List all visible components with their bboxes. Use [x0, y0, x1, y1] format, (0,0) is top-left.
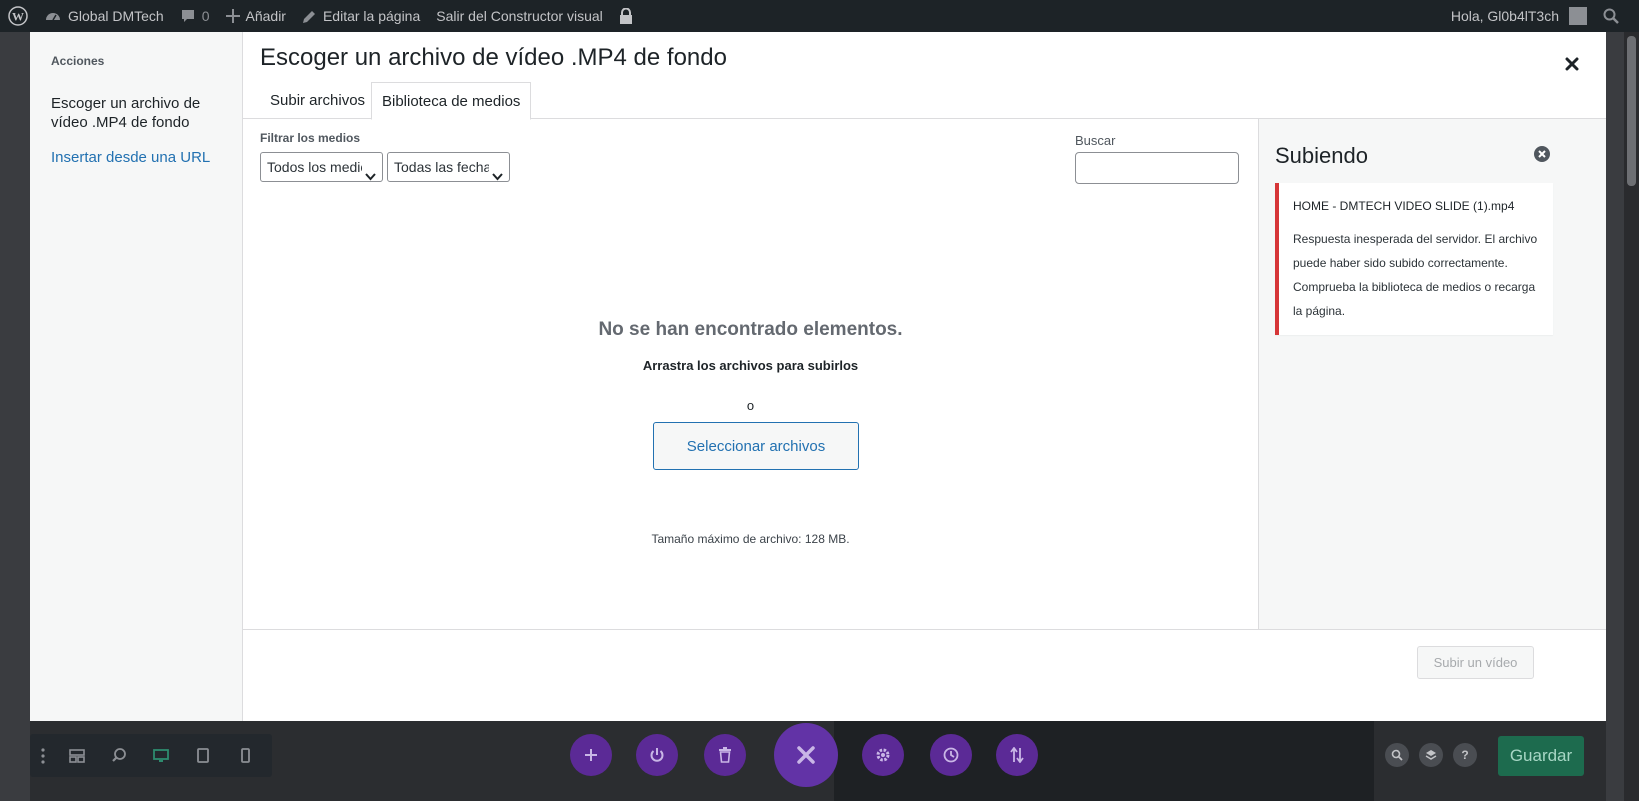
- media-type-select[interactable]: Todos los medios: [260, 152, 383, 182]
- modal-toolbar: Subir un vídeo: [243, 629, 1606, 721]
- greeting: Hola, Gl0b4lT3ch: [1450, 8, 1559, 24]
- portability-icon[interactable]: [996, 734, 1038, 776]
- max-upload-size: Tamaño máximo de archivo: 128 MB.: [651, 532, 850, 546]
- close-icon[interactable]: [1554, 46, 1590, 82]
- menu-heading: Acciones: [51, 54, 105, 68]
- filter-label: Filtrar los medios: [260, 131, 361, 145]
- page-backdrop-left: [0, 32, 30, 801]
- menu-item-choose-video[interactable]: Escoger un archivo de vídeo .MP4 de fond…: [51, 94, 231, 132]
- dismiss-errors-icon[interactable]: [1533, 145, 1551, 163]
- comments-link[interactable]: 0: [172, 0, 218, 32]
- close-builder-icon[interactable]: [774, 723, 838, 787]
- power-icon[interactable]: [636, 734, 678, 776]
- layers-icon[interactable]: [1419, 743, 1443, 767]
- error-message: Respuesta inesperada del servidor. El ar…: [1293, 232, 1538, 318]
- edit-page-label: Editar la página: [322, 8, 421, 24]
- comments-count: 0: [201, 8, 210, 24]
- save-button[interactable]: Guardar: [1498, 736, 1584, 776]
- search-label: Buscar: [1075, 133, 1116, 148]
- zoom-icon[interactable]: [98, 734, 140, 777]
- builder-bar-dark-panel: [834, 721, 1374, 801]
- menu-item-insert-url[interactable]: Insertar desde una URL: [51, 149, 210, 166]
- pencil-icon: [302, 10, 315, 23]
- drop-instructions: Arrastra los archivos para subirlos: [642, 358, 859, 373]
- upload-error-card: HOME - DMTECH VIDEO SLIDE (1).mp4 Respue…: [1275, 183, 1553, 335]
- avatar: [1569, 7, 1587, 25]
- site-name-link[interactable]: Global DMTech: [36, 0, 172, 32]
- page-scrollbar[interactable]: [1624, 32, 1639, 801]
- exit-builder-label: Salir del Constructor visual: [436, 8, 603, 24]
- tab-upload-files[interactable]: Subir archivos: [260, 82, 375, 119]
- add-icon[interactable]: [570, 734, 612, 776]
- tablet-view-icon[interactable]: [182, 734, 224, 777]
- svg-text:W: W: [12, 10, 24, 24]
- history-icon[interactable]: [930, 734, 972, 776]
- add-new-link[interactable]: Añadir: [218, 0, 294, 32]
- wireframe-icon[interactable]: [56, 734, 98, 777]
- trash-icon[interactable]: [704, 734, 746, 776]
- search-input[interactable]: [1075, 152, 1239, 184]
- dashboard-icon: [46, 13, 60, 21]
- gear-icon[interactable]: [862, 734, 904, 776]
- date-select[interactable]: Todas las fechas: [387, 152, 510, 182]
- chevron-down-icon: [489, 162, 503, 181]
- uploading-sidebar: Subiendo HOME - DMTECH VIDEO SLIDE (1).m…: [1258, 119, 1606, 629]
- search-icon[interactable]: [1385, 743, 1409, 767]
- chevron-down-icon: [362, 162, 376, 181]
- more-options-icon[interactable]: [30, 734, 56, 777]
- modal-menu: Acciones Escoger un archivo de vídeo .MP…: [30, 32, 243, 721]
- edit-page-link[interactable]: Editar la página: [294, 0, 428, 32]
- scrollbar-thumb[interactable]: [1627, 36, 1636, 186]
- date-value: Todas las fechas: [394, 159, 499, 175]
- desktop-view-icon[interactable]: [140, 734, 182, 777]
- upload-video-button: Subir un vídeo: [1417, 646, 1534, 679]
- search-icon[interactable]: [1595, 0, 1639, 32]
- lock-icon[interactable]: [611, 0, 641, 32]
- media-content: Filtrar los medios Todos los medios Toda…: [243, 119, 1258, 629]
- site-name: Global DMTech: [68, 8, 164, 24]
- comment-icon: [181, 10, 194, 22]
- error-file-name: HOME - DMTECH VIDEO SLIDE (1).mp4: [1293, 199, 1515, 213]
- admin-bar: W Global DMTech 0 Añadir Editar la págin…: [0, 0, 1639, 32]
- media-type-value: Todos los medios: [267, 159, 376, 175]
- select-files-button[interactable]: Seleccionar archivos: [653, 422, 859, 470]
- media-modal: Acciones Escoger un archivo de vídeo .MP…: [30, 32, 1606, 721]
- modal-tabs: Subir archivos Biblioteca de medios: [243, 82, 1606, 120]
- add-new-label: Añadir: [245, 8, 286, 24]
- plus-icon: [225, 9, 240, 23]
- exit-builder-link[interactable]: Salir del Constructor visual: [428, 0, 611, 32]
- tab-media-library[interactable]: Biblioteca de medios: [371, 82, 532, 120]
- modal-title: Escoger un archivo de vídeo .MP4 de fond…: [260, 44, 727, 71]
- my-account-link[interactable]: Hola, Gl0b4lT3ch: [1443, 0, 1595, 32]
- uploading-title: Subiendo: [1275, 143, 1368, 168]
- phone-view-icon[interactable]: [224, 734, 266, 777]
- or-separator: o: [746, 398, 755, 413]
- empty-state-title: No se han encontrado elementos.: [598, 319, 903, 340]
- builder-page-settings-bar: [30, 734, 272, 777]
- wordpress-logo-icon[interactable]: W: [0, 0, 36, 32]
- help-icon[interactable]: ?: [1453, 743, 1477, 767]
